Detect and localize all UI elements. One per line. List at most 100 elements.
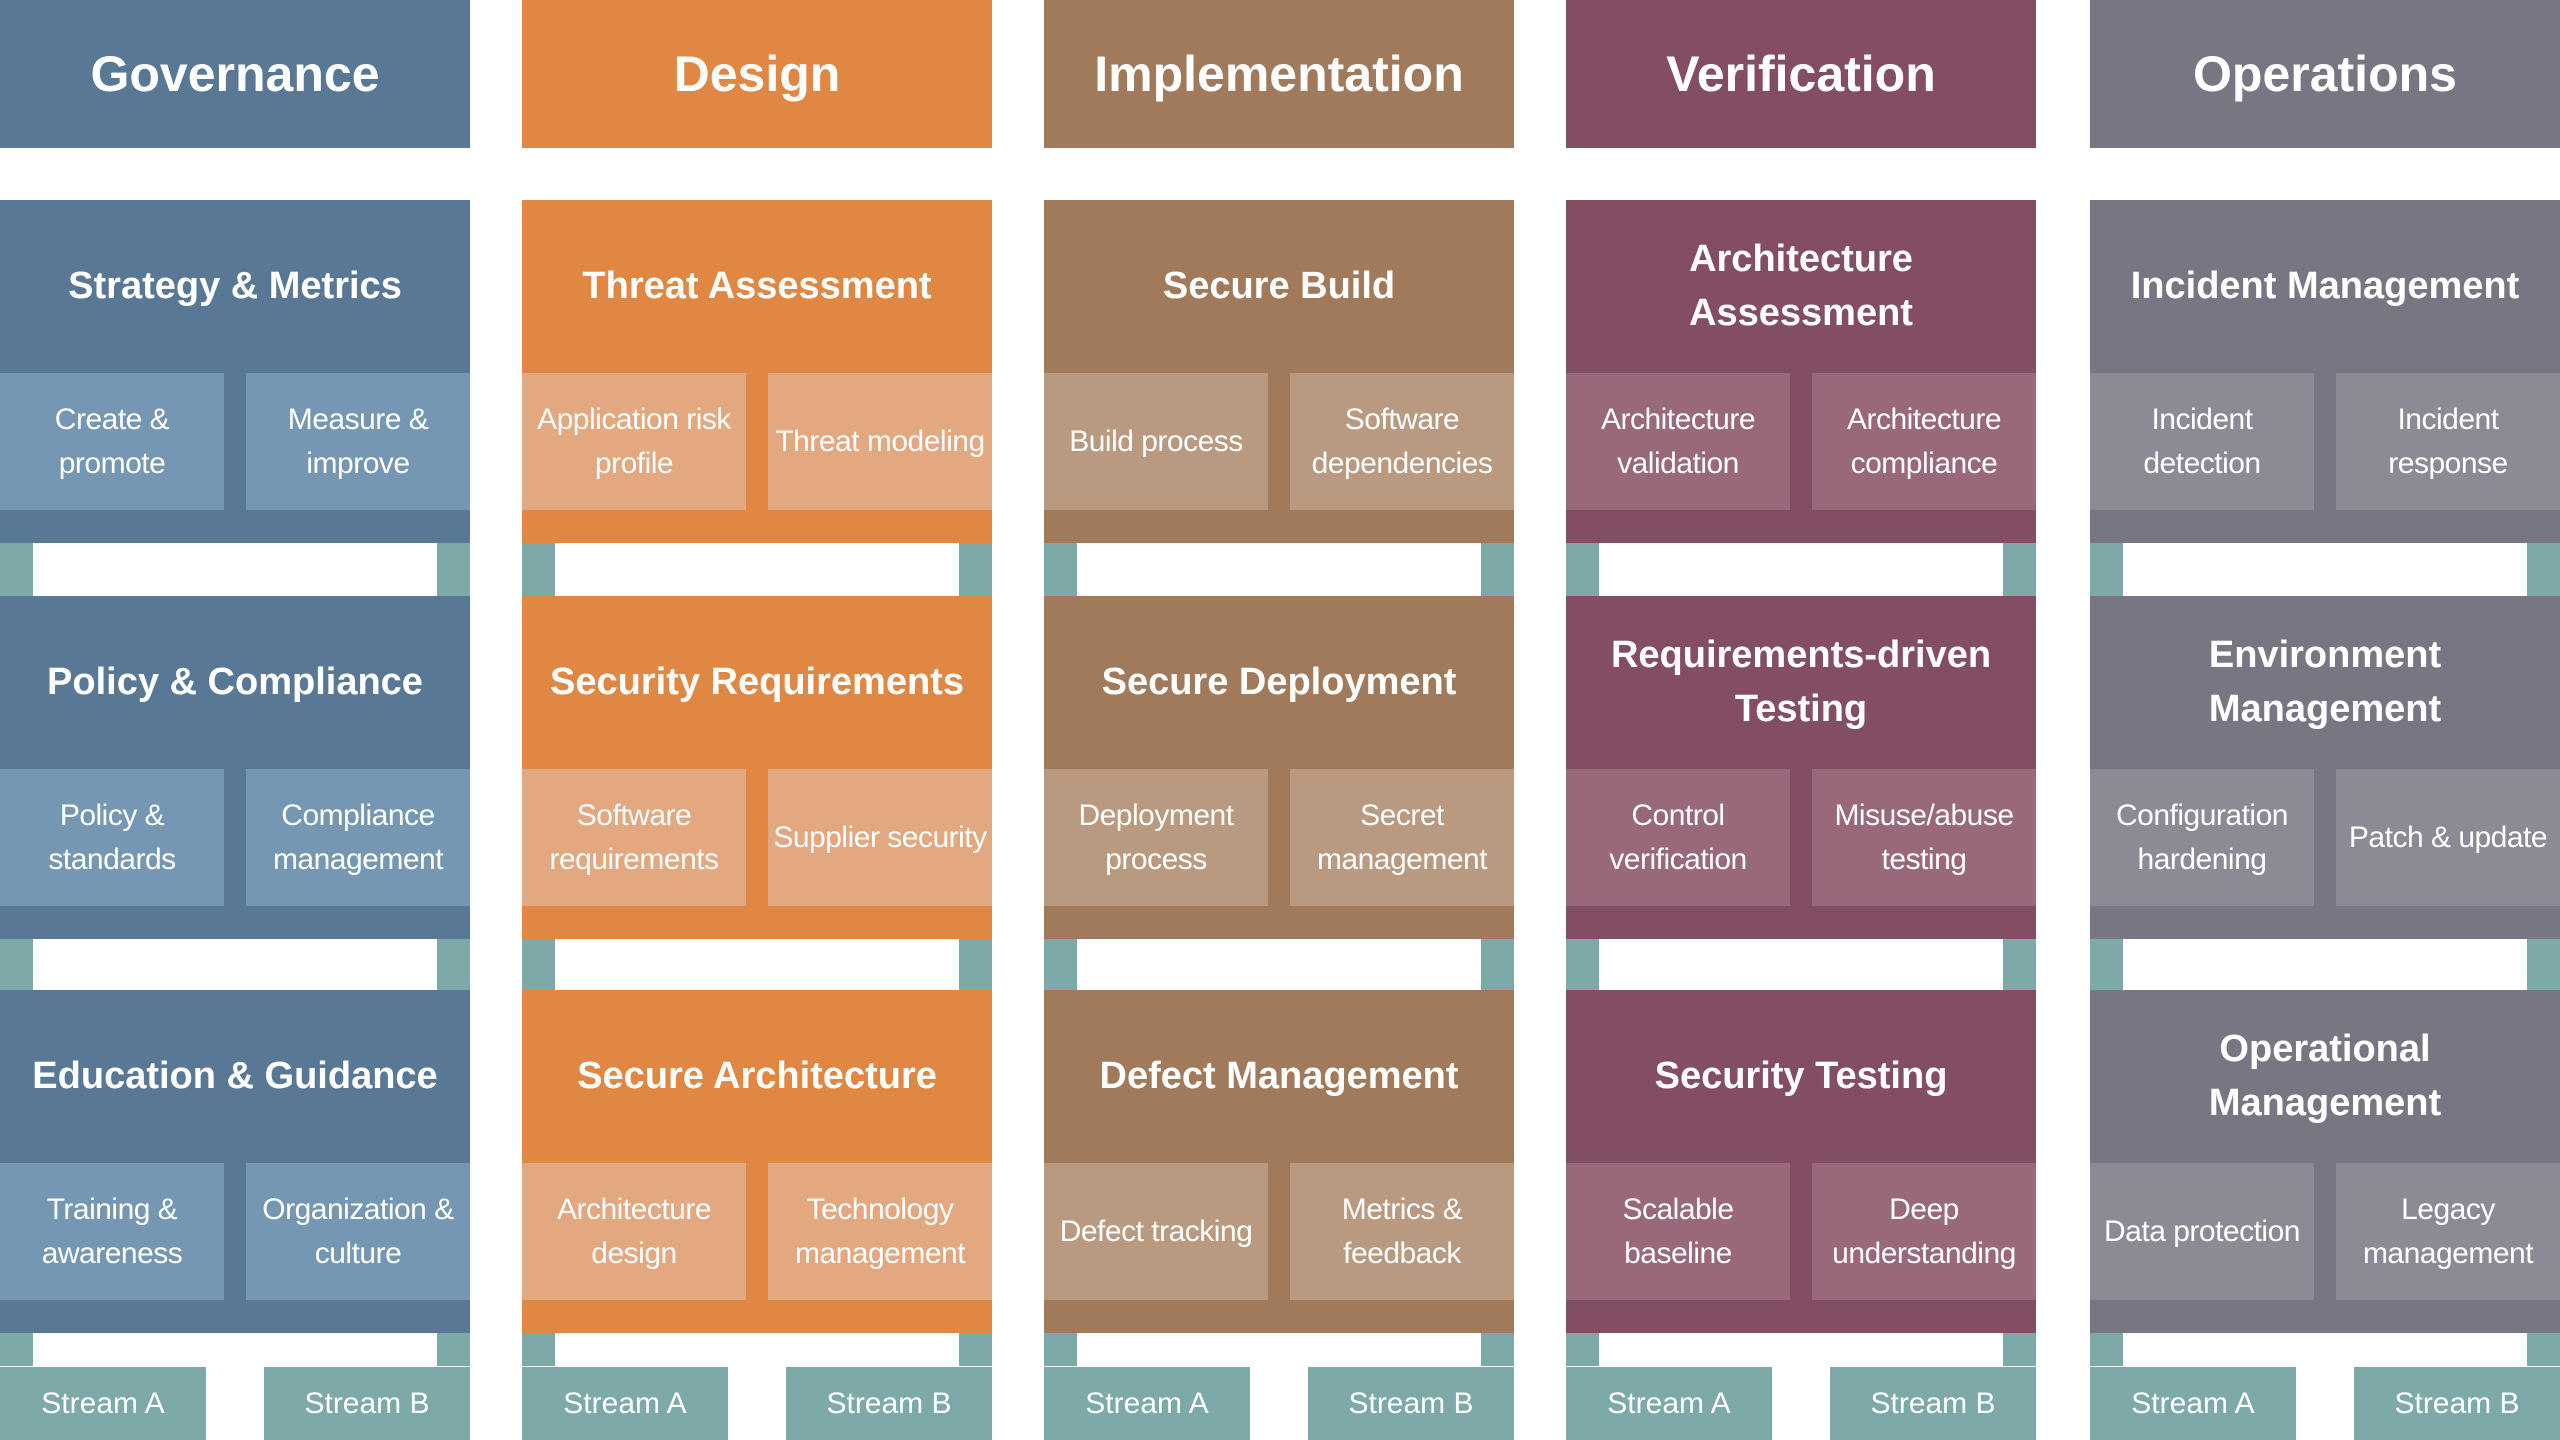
stream-connector [1566, 939, 2036, 992]
practice-activity[interactable]: Incident response [2336, 373, 2560, 510]
stream-a-connector-bar [1044, 1333, 1077, 1366]
practice-activity[interactable]: Software dependencies [1290, 373, 1514, 510]
stream-connector [0, 939, 470, 992]
stream-b-label[interactable]: Stream B [2354, 1367, 2560, 1440]
practice-activity[interactable]: Incident detection [2090, 373, 2314, 510]
practice-title[interactable]: Education & Guidance [0, 990, 470, 1163]
practice-activity[interactable]: Legacy management [2336, 1163, 2560, 1300]
stream-connector [2090, 939, 2560, 992]
practice-activity[interactable]: Build process [1044, 373, 1268, 510]
stream-connector [0, 543, 470, 596]
stream-a-connector-bar [1044, 543, 1077, 596]
stream-a-connector-bar [522, 543, 555, 596]
stream-connector [522, 543, 992, 596]
practice-activity[interactable]: Software requirements [522, 769, 746, 906]
security-practice: Architecture Assessment Architecture vali… [1566, 200, 2036, 543]
stream-b-connector-bar [437, 543, 470, 596]
security-practice: Strategy & Metrics Create & promote Measur… [0, 200, 470, 543]
practice-activity[interactable]: Deployment process [1044, 769, 1268, 906]
practice-title[interactable]: Incident Management [2090, 200, 2560, 373]
practice-title[interactable]: Security Testing [1566, 990, 2036, 1163]
practice-title[interactable]: Operational Management [2090, 990, 2560, 1163]
stream-connector [1044, 543, 1514, 596]
practice-activity[interactable]: Data protection [2090, 1163, 2314, 1300]
practice-title[interactable]: Policy & Compliance [0, 596, 470, 769]
stream-connector [1566, 1333, 2036, 1366]
practice-activity[interactable]: Application risk profile [522, 373, 746, 510]
practice-activity[interactable]: Metrics & feedback [1290, 1163, 1514, 1300]
business-function-header[interactable]: Verification [1566, 0, 2036, 148]
stream-a-connector-bar [1566, 543, 1599, 596]
security-practice: Security Testing Scalable baseline Deep un… [1566, 990, 2036, 1333]
practice-title[interactable]: Secure Architecture [522, 990, 992, 1163]
stream-b-label[interactable]: Stream B [264, 1367, 470, 1440]
security-practice: Threat Assessment Application risk profil… [522, 200, 992, 543]
practice-activity[interactable]: Configuration hardening [2090, 769, 2314, 906]
practice-title[interactable]: Defect Management [1044, 990, 1514, 1163]
security-practice: Policy & Compliance Policy & standards Com… [0, 596, 470, 939]
security-practice: Incident Management Incident detection Inc… [2090, 200, 2560, 543]
practice-activity[interactable]: Patch & update [2336, 769, 2560, 906]
practice-activity[interactable]: Training & awareness [0, 1163, 224, 1300]
practice-activity[interactable]: Control verification [1566, 769, 1790, 906]
business-function-column: Verification Architecture Assessment Archi… [1566, 0, 2036, 1440]
practice-activity[interactable]: Misuse/abuse testing [1812, 769, 2036, 906]
practice-activity[interactable]: Secret management [1290, 769, 1514, 906]
practice-title[interactable]: Architecture Assessment [1566, 200, 2036, 373]
security-practice: Secure Deployment Deployment process Secre… [1044, 596, 1514, 939]
business-function-header[interactable]: Implementation [1044, 0, 1514, 148]
practice-title[interactable]: Environment Management [2090, 596, 2560, 769]
stream-b-label[interactable]: Stream B [1308, 1367, 1514, 1440]
security-practice: Education & Guidance Training & awareness… [0, 990, 470, 1333]
practice-title[interactable]: Security Requirements [522, 596, 992, 769]
stream-a-label[interactable]: Stream A [522, 1367, 728, 1440]
stream-a-connector-bar [2090, 543, 2123, 596]
practice-activity[interactable]: Architecture validation [1566, 373, 1790, 510]
stream-b-connector-bar [2527, 543, 2560, 596]
stream-a-connector-bar [1566, 939, 1599, 992]
stream-b-label[interactable]: Stream B [1830, 1367, 2036, 1440]
practice-activity[interactable]: Policy & standards [0, 769, 224, 906]
practice-activity[interactable]: Create & promote [0, 373, 224, 510]
stream-b-label[interactable]: Stream B [786, 1367, 992, 1440]
business-function-column: Design Threat Assessment Application risk … [522, 0, 992, 1440]
stream-a-label[interactable]: Stream A [2090, 1367, 2296, 1440]
practice-activity[interactable]: Scalable baseline [1566, 1163, 1790, 1300]
stream-connector [2090, 1333, 2560, 1366]
business-function-header[interactable]: Design [522, 0, 992, 148]
security-practice: Secure Build Build process Software depend… [1044, 200, 1514, 543]
practice-title[interactable]: Secure Build [1044, 200, 1514, 373]
stream-b-connector-bar [1481, 1333, 1514, 1366]
stream-b-connector-bar [959, 939, 992, 992]
stream-b-connector-bar [2527, 939, 2560, 992]
stream-a-label[interactable]: Stream A [0, 1367, 206, 1440]
practice-activity[interactable]: Architecture design [522, 1163, 746, 1300]
practice-title[interactable]: Secure Deployment [1044, 596, 1514, 769]
stream-a-connector-bar [2090, 1333, 2123, 1366]
practice-activity[interactable]: Defect tracking [1044, 1163, 1268, 1300]
business-function-column: Implementation Secure Build Build process S… [1044, 0, 1514, 1440]
stream-b-connector-bar [959, 543, 992, 596]
stream-b-connector-bar [2527, 1333, 2560, 1366]
practice-activity[interactable]: Threat modeling [768, 373, 992, 510]
practice-title[interactable]: Requirements-driven Testing [1566, 596, 2036, 769]
business-function-header[interactable]: Governance [0, 0, 470, 148]
security-practice: Secure Architecture Architecture design Te… [522, 990, 992, 1333]
practice-activity[interactable]: Measure & improve [246, 373, 470, 510]
practice-activity[interactable]: Technology management [768, 1163, 992, 1300]
practice-title[interactable]: Threat Assessment [522, 200, 992, 373]
practice-title[interactable]: Strategy & Metrics [0, 200, 470, 373]
business-function-header[interactable]: Operations [2090, 0, 2560, 148]
stream-a-connector-bar [522, 1333, 555, 1366]
stream-b-connector-bar [437, 1333, 470, 1366]
practice-activity[interactable]: Compliance management [246, 769, 470, 906]
practice-activity[interactable]: Architecture compliance [1812, 373, 2036, 510]
practice-activity[interactable]: Organization & culture [246, 1163, 470, 1300]
practice-activity[interactable]: Deep understanding [1812, 1163, 2036, 1300]
stream-b-connector-bar [2003, 1333, 2036, 1366]
stream-a-label[interactable]: Stream A [1566, 1367, 1772, 1440]
stream-a-label[interactable]: Stream A [1044, 1367, 1250, 1440]
practice-activity[interactable]: Supplier security [768, 769, 992, 906]
security-practice: Operational Management Data protection Leg… [2090, 990, 2560, 1333]
stream-b-connector-bar [2003, 939, 2036, 992]
